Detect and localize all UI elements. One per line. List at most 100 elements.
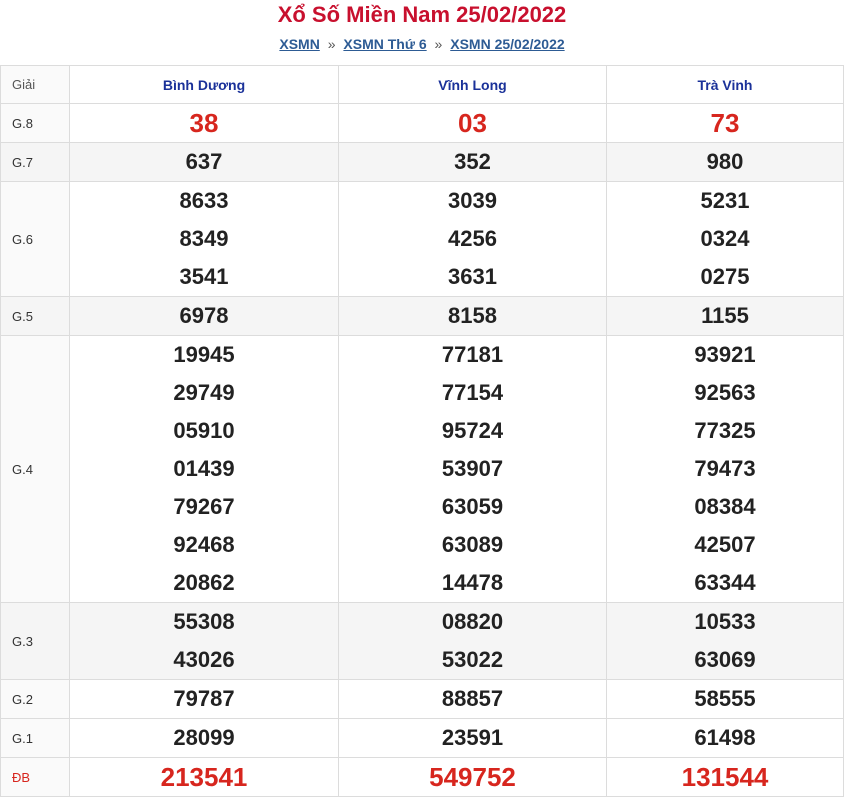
prize-number: 3039 — [448, 188, 497, 213]
prize-number: 55308 — [173, 609, 235, 634]
prize-label: G.8 — [0, 103, 70, 143]
prize-row: G.7 637 352 980 — [0, 142, 844, 182]
prize-cell: 61498 — [606, 718, 844, 758]
prize-number: 77325 — [694, 418, 756, 443]
prize-cell: 79787 — [69, 679, 339, 719]
giai-header: Giải — [0, 65, 70, 104]
province-header: Vĩnh Long — [338, 65, 607, 104]
prize-cell: 980 — [606, 142, 844, 182]
prize-number: 42507 — [694, 532, 756, 557]
prize-cell: 77181 77154 95724 53907 63059 63089 14478 — [338, 335, 607, 603]
prize-cell: 637 — [69, 142, 339, 182]
prize-cell: 3039 4256 3631 — [338, 181, 607, 297]
prize-number: 3541 — [179, 264, 229, 289]
prize-cell: 38 — [69, 103, 339, 143]
prize-cell: 23591 — [338, 718, 607, 758]
prize-number: 213541 — [160, 762, 248, 792]
prize-number: 03 — [458, 108, 487, 138]
prize-number: 1155 — [701, 303, 749, 328]
breadcrumb-link-xsmn[interactable]: XSMN — [279, 36, 319, 52]
prize-number: 29749 — [173, 380, 235, 405]
prize-number: 4256 — [448, 226, 497, 251]
prize-number: 14478 — [441, 570, 504, 595]
prize-row: G.3 55308 43026 08820 53022 10533 63069 — [0, 602, 844, 680]
breadcrumb-separator: » — [434, 36, 443, 52]
prize-cell: 352 — [338, 142, 607, 182]
prize-number: 5231 — [700, 188, 750, 213]
province-header: Trà Vinh — [606, 65, 844, 104]
prize-number: 0324 — [700, 226, 750, 251]
prize-number: 93921 — [694, 342, 756, 367]
prize-number: 08384 — [694, 494, 756, 519]
prize-label: G.6 — [0, 181, 70, 297]
prize-row: G.1 28099 23591 61498 — [0, 718, 844, 758]
prize-cell: 58555 — [606, 679, 844, 719]
prize-number: 92563 — [694, 380, 756, 405]
prize-row: G.2 79787 88857 58555 — [0, 679, 844, 719]
prize-cell: 55308 43026 — [69, 602, 339, 680]
prize-row: G.8 38 03 73 — [0, 103, 844, 143]
prize-cell: 8633 8349 3541 — [69, 181, 339, 297]
prize-cell: 1155 — [606, 296, 844, 336]
prize-number: 23591 — [441, 725, 504, 750]
prize-number: 43026 — [173, 647, 235, 672]
prize-number: 637 — [185, 149, 223, 174]
prize-cell: 10533 63069 — [606, 602, 844, 680]
prize-number: 549752 — [429, 762, 516, 792]
prize-number: 63069 — [694, 647, 756, 672]
prize-cell: 549752 — [338, 757, 607, 797]
prize-number: 92468 — [173, 532, 235, 557]
prize-cell: 88857 — [338, 679, 607, 719]
prize-number: 73 — [710, 108, 740, 138]
prize-cell: 131544 — [606, 757, 844, 797]
prize-number: 53907 — [441, 456, 504, 481]
prize-number: 77154 — [441, 380, 504, 405]
breadcrumb: XSMN » XSMN Thứ 6 » XSMN 25/02/2022 — [0, 32, 844, 56]
prize-number: 79267 — [173, 494, 235, 519]
prize-label: G.4 — [0, 335, 70, 603]
results-table: Giải Bình Dương Vĩnh Long Trà Vinh G.8 38… — [0, 65, 844, 797]
prize-number: 63344 — [694, 570, 756, 595]
results-body: G.8 38 03 73 G.7 637 352 980 G.6 8633 8349 3541 3039… — [0, 103, 844, 797]
prize-number: 131544 — [681, 762, 769, 792]
prize-number: 8349 — [179, 226, 229, 251]
prize-number: 0275 — [700, 264, 750, 289]
prize-label: G.5 — [0, 296, 70, 336]
province-header: Bình Dương — [69, 65, 339, 104]
prize-cell: 08820 53022 — [338, 602, 607, 680]
prize-number: 61498 — [694, 725, 756, 750]
prize-number: 352 — [454, 149, 491, 174]
table-header-row: Giải Bình Dương Vĩnh Long Trà Vinh — [0, 65, 844, 104]
prize-cell: 5231 0324 0275 — [606, 181, 844, 297]
prize-label: G.1 — [0, 718, 70, 758]
prize-cell: 8158 — [338, 296, 607, 336]
prize-number: 53022 — [441, 647, 504, 672]
prize-label: G.2 — [0, 679, 70, 719]
prize-number: 79787 — [173, 686, 235, 711]
prize-number: 20862 — [173, 570, 235, 595]
prize-cell: 213541 — [69, 757, 339, 797]
prize-number: 79473 — [694, 456, 756, 481]
breadcrumb-separator: » — [327, 36, 336, 52]
breadcrumb-link-xsmn-thu6[interactable]: XSMN Thứ 6 — [343, 36, 426, 52]
prize-cell: 93921 92563 77325 79473 08384 42507 63344 — [606, 335, 844, 603]
prize-label: ĐB — [0, 757, 70, 797]
prize-number: 38 — [189, 108, 219, 138]
prize-number: 05910 — [173, 418, 235, 443]
prize-cell: 73 — [606, 103, 844, 143]
prize-cell: 03 — [338, 103, 607, 143]
prize-cell: 28099 — [69, 718, 339, 758]
prize-number: 95724 — [441, 418, 504, 443]
prize-row: G.6 8633 8349 3541 3039 4256 3631 5231 0324 0275 — [0, 181, 844, 297]
prize-number: 8633 — [179, 188, 229, 213]
prize-row: ĐB 213541 549752 131544 — [0, 757, 844, 797]
prize-number: 63089 — [441, 532, 504, 557]
breadcrumb-link-xsmn-date[interactable]: XSMN 25/02/2022 — [450, 36, 564, 52]
prize-number: 19945 — [173, 342, 235, 367]
prize-label: G.3 — [0, 602, 70, 680]
prize-number: 77181 — [441, 342, 504, 367]
prize-number: 88857 — [441, 686, 504, 711]
prize-number: 01439 — [173, 456, 235, 481]
prize-number: 10533 — [694, 609, 756, 634]
prize-number: 28099 — [173, 725, 235, 750]
